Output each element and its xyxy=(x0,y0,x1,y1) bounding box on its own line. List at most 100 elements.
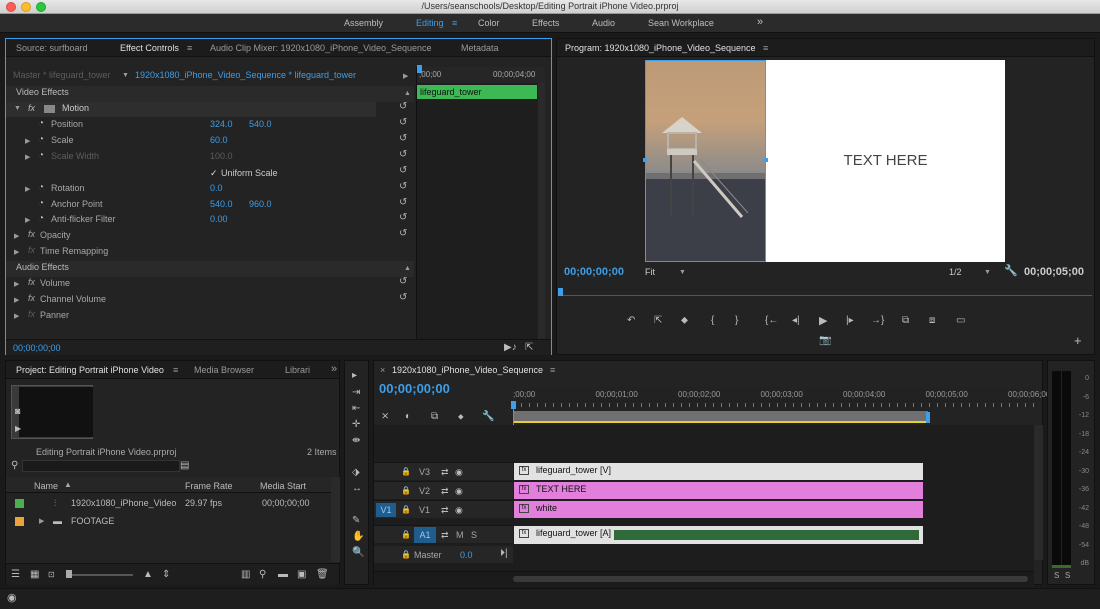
work-area-bar[interactable] xyxy=(513,411,928,423)
play-audio-icon[interactable]: ▶♪ xyxy=(504,343,517,353)
column-media-start[interactable]: Media Start xyxy=(260,481,306,491)
linked-selection-icon[interactable]: ◐ xyxy=(405,412,411,422)
motion-expand-triangle[interactable]: ▼ xyxy=(14,105,21,112)
sync-lock-icon[interactable]: ⇄ xyxy=(441,486,449,496)
transform-handle[interactable] xyxy=(764,158,768,162)
add-marker-icon[interactable]: ↶ xyxy=(627,316,635,326)
new-bin-icon[interactable]: ▬ xyxy=(278,570,288,580)
workspace-editing[interactable]: Editing xyxy=(416,18,444,28)
program-menu-icon[interactable]: ≡ xyxy=(763,43,768,53)
selection-tool-icon[interactable]: ▸ xyxy=(352,371,357,381)
tab-media-browser[interactable]: Media Browser xyxy=(194,365,254,375)
ripple-edit-tool-icon[interactable]: ⇤ xyxy=(352,404,360,414)
lock-icon[interactable]: 🔒 xyxy=(401,486,411,496)
opacity-expand-triangle[interactable]: ▶ xyxy=(14,232,19,240)
export-frame-icon[interactable]: ⇱ xyxy=(525,343,533,353)
collapse-up-icon[interactable]: ▲ xyxy=(404,90,411,97)
sort-order-icon[interactable]: ⇕ xyxy=(162,570,170,580)
find-icon[interactable]: ⚲ xyxy=(259,570,266,580)
reset-icon[interactable]: ↺ xyxy=(399,165,407,176)
freeform-view-icon[interactable]: ⊡ xyxy=(48,570,55,580)
channel-volume-expand-triangle[interactable]: ▶ xyxy=(14,296,19,304)
anchor-x-value[interactable]: 540.0 xyxy=(210,199,233,214)
transform-handle[interactable] xyxy=(643,158,647,162)
panner-expand-triangle[interactable]: ▶ xyxy=(14,312,19,320)
stopwatch-icon[interactable]: ◔ xyxy=(38,119,44,129)
icon-view-icon[interactable]: ▦ xyxy=(30,570,39,580)
reset-icon[interactable]: ↺ xyxy=(399,149,407,160)
position-x-value[interactable]: 324.0 xyxy=(210,119,233,134)
go-to-end-icon[interactable]: ⏵| xyxy=(500,549,508,559)
insert-icon[interactable]: ⧉ xyxy=(902,316,909,326)
timeline-horizontal-scrollbar[interactable] xyxy=(374,571,1034,585)
play-icon[interactable]: ▶ xyxy=(819,316,827,327)
scrollbar[interactable] xyxy=(538,83,545,339)
label-color-swatch[interactable] xyxy=(15,517,24,526)
marker-icon[interactable]: ⬥ xyxy=(681,316,688,326)
track-header[interactable]: V1 🔒 V1 ⇄ ◉ xyxy=(374,500,513,518)
new-item-icon[interactable]: ▣ xyxy=(297,570,306,580)
scale-expand-triangle[interactable]: ▶ xyxy=(25,137,30,145)
playhead-icon[interactable] xyxy=(417,65,422,73)
snap-icon[interactable]: ⨯ xyxy=(381,412,389,422)
anti-flicker-value[interactable]: 0.00 xyxy=(210,214,228,229)
reset-icon[interactable]: ↺ xyxy=(399,212,407,223)
sequence-clip-label[interactable]: 1920x1080_iPhone_Video_Sequence * lifegu… xyxy=(135,70,356,85)
rate-stretch-tool-icon[interactable]: ⇼ xyxy=(352,436,360,446)
workspace-sean[interactable]: Sean Workplace xyxy=(648,18,714,28)
sync-lock-icon[interactable]: ⇄ xyxy=(441,530,449,540)
lift-icon[interactable]: ⇱ xyxy=(654,316,662,326)
lock-icon[interactable]: 🔒 xyxy=(401,505,411,515)
tab-libraries[interactable]: Librari xyxy=(285,365,310,375)
fit-dropdown[interactable]: Fit xyxy=(645,267,655,277)
scrollbar[interactable] xyxy=(1034,425,1043,560)
track-name[interactable]: V2 xyxy=(419,486,430,496)
sort-ascending-icon[interactable]: ▲ xyxy=(64,480,72,489)
go-to-out-icon[interactable]: →} xyxy=(871,316,884,326)
track-name[interactable]: V3 xyxy=(419,467,430,477)
motion-transform-icon[interactable] xyxy=(44,105,55,113)
stopwatch-icon[interactable]: ◔ xyxy=(38,135,44,145)
program-current-timecode[interactable]: 00;00;00;00 xyxy=(564,266,624,278)
list-item[interactable]: ⫶ 1920x1080_iPhone_Video 29.97 fps 00;00;00… xyxy=(6,495,331,512)
step-forward-icon[interactable]: |▸ xyxy=(846,316,854,326)
rolling-edit-tool-icon[interactable]: ✛ xyxy=(352,420,360,430)
fx-icon[interactable]: fx xyxy=(28,293,35,308)
mute-button[interactable]: M xyxy=(456,530,464,540)
eye-icon[interactable]: ◉ xyxy=(455,505,463,515)
rotation-value[interactable]: 0.0 xyxy=(210,183,223,198)
video-frame-lifeguard-tower[interactable] xyxy=(645,60,766,262)
sync-lock-icon[interactable]: ⇄ xyxy=(441,467,449,477)
track-name[interactable]: A1 xyxy=(414,527,436,543)
workspace-assembly[interactable]: Assembly xyxy=(344,18,383,28)
timeline-clip[interactable]: fx lifeguard_tower [A] xyxy=(514,526,923,544)
folder-expand-triangle[interactable]: ▶ xyxy=(39,517,44,525)
timeline-sequence-title[interactable]: 1920x1080_iPhone_Video_Sequence xyxy=(392,365,543,375)
mark-out-icon[interactable]: } xyxy=(735,316,738,326)
timeline-ruler[interactable]: ;00;00 00;00;01;00 00;00;02;00 00;00;03;00 0… xyxy=(513,387,1050,407)
timeline-menu-icon[interactable]: ≡ xyxy=(550,365,555,375)
track-header[interactable]: 🔒 V2 ⇄ ◉ xyxy=(374,481,513,499)
close-tab-icon[interactable]: × xyxy=(380,365,385,375)
label-color-swatch[interactable] xyxy=(15,499,24,508)
pen-tool-icon[interactable]: ✎ xyxy=(352,516,360,526)
effect-controls-timecode[interactable]: 00;00;00;00 xyxy=(13,343,61,353)
slip-tool-icon[interactable]: ↔ xyxy=(352,484,362,494)
automate-to-sequence-icon[interactable]: ▥ xyxy=(241,570,250,580)
resolution-dropdown[interactable]: 1/2 xyxy=(949,267,962,277)
timeline-timecode[interactable]: 00;00;00;00 xyxy=(379,381,450,396)
lock-icon[interactable]: 🔒 xyxy=(401,467,411,477)
thumbnail-preview[interactable]: ◙ ▶ xyxy=(11,385,93,439)
zoom-tool-icon[interactable]: 🔍 xyxy=(352,548,364,558)
reset-icon[interactable]: ↺ xyxy=(399,133,407,144)
master-volume-value[interactable]: 0.0 xyxy=(460,550,473,560)
reset-icon[interactable]: ↺ xyxy=(399,276,407,287)
reset-icon[interactable]: ↺ xyxy=(399,181,407,192)
program-time-ruler[interactable] xyxy=(560,286,1092,296)
scrollbar[interactable] xyxy=(331,477,340,562)
tab-menu-icon[interactable]: ≡ xyxy=(173,365,178,375)
track-name[interactable]: V1 xyxy=(419,505,430,515)
timeline-playhead-icon[interactable] xyxy=(511,401,516,409)
eye-icon[interactable]: ◉ xyxy=(455,486,463,496)
list-item[interactable]: ▶ ▬ FOOTAGE xyxy=(6,513,331,530)
